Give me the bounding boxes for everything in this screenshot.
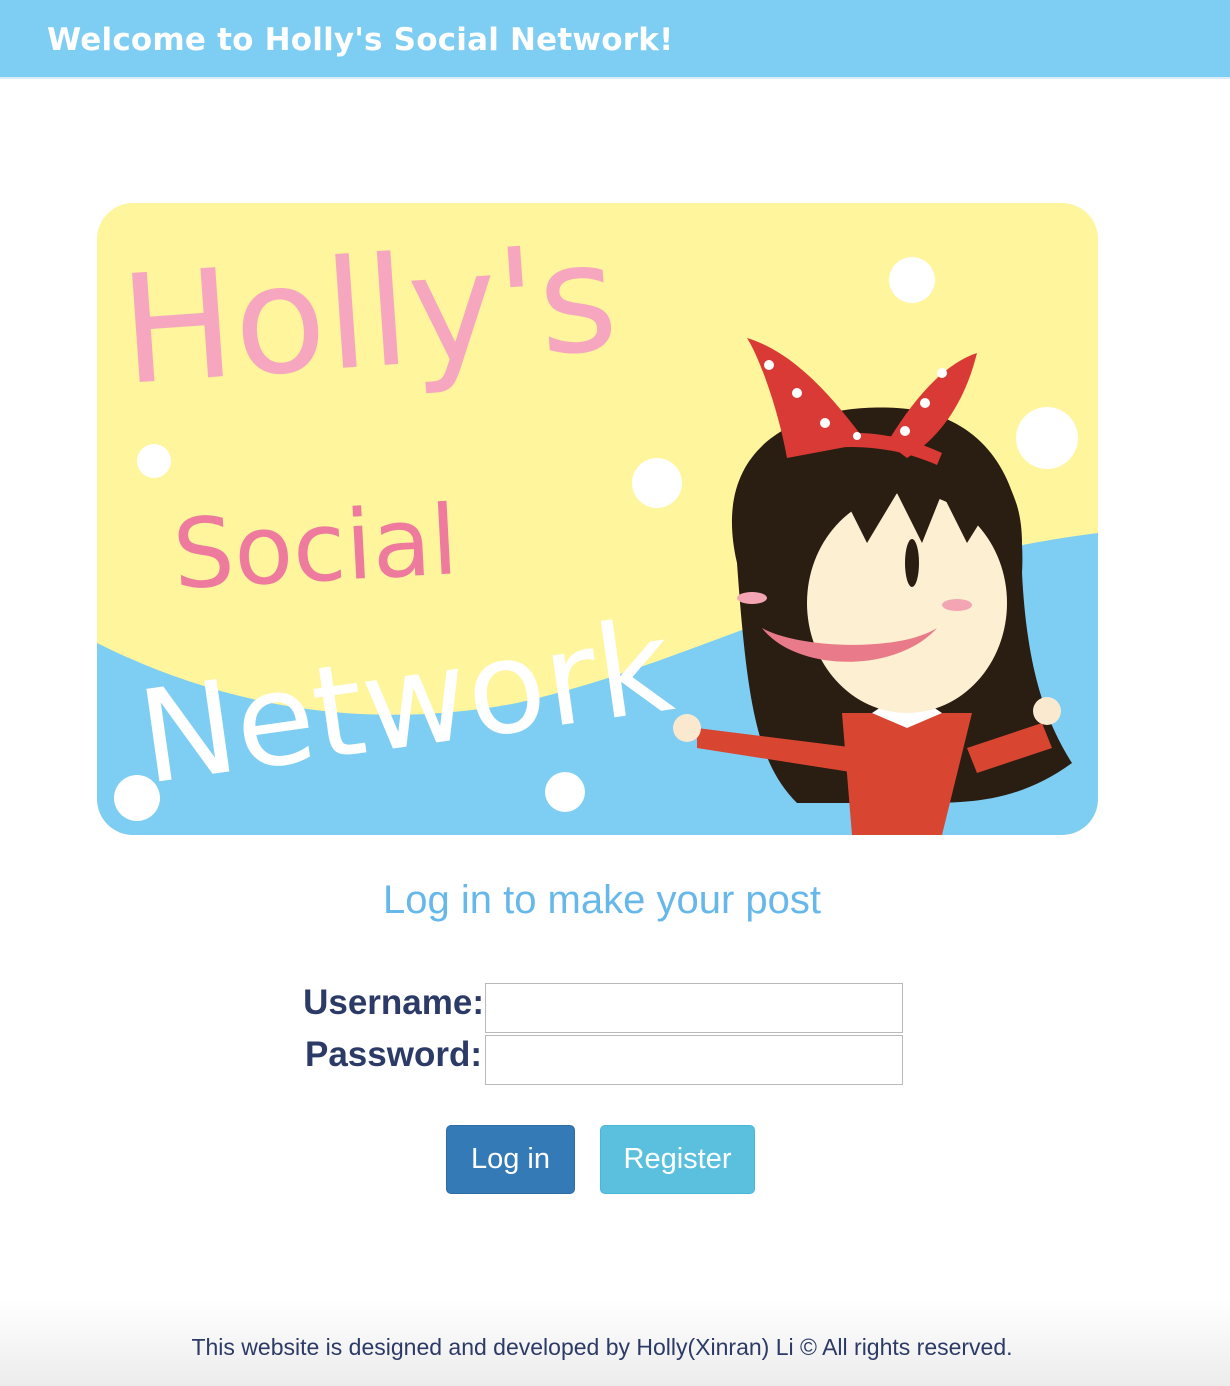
logo-social: Social: [170, 484, 460, 611]
login-heading: Log in to make your post: [382, 878, 822, 922]
register-button[interactable]: Register: [600, 1125, 755, 1194]
password-input[interactable]: [485, 1035, 903, 1085]
username-input[interactable]: [485, 983, 903, 1033]
footer-copyright: This website is designed and developed b…: [191, 1334, 1013, 1360]
footer: This website is designed and developed b…: [0, 1300, 1230, 1386]
password-label: Password:: [305, 1035, 482, 1074]
banner-image: Holly's Social Network: [97, 203, 1098, 835]
logo-holly: Holly's: [115, 211, 622, 419]
username-label: Username:: [303, 983, 484, 1022]
header-bar: Welcome to Holly's Social Network!: [0, 0, 1230, 79]
site-title: Welcome to Holly's Social Network!: [47, 22, 674, 58]
login-button[interactable]: Log in: [446, 1125, 575, 1194]
